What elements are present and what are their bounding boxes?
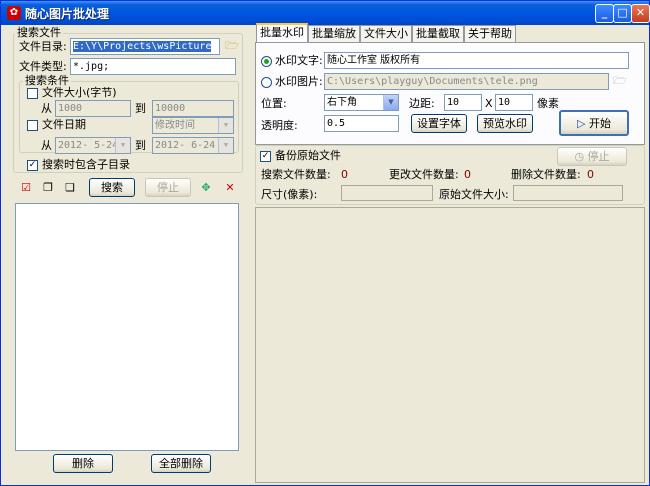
date-to-value: 2012- 6-24 [155, 140, 216, 151]
orig-size-label: 原始文件大小: [439, 188, 509, 201]
margin-unit: 像素 [537, 97, 559, 110]
search-count-value: 0 [341, 168, 348, 181]
date-to-picker[interactable]: 2012- 6-24 ▼ [152, 137, 234, 154]
watermark-text-input[interactable]: 随心工作室 版权所有 [324, 52, 629, 69]
deleted-count-value: 0 [587, 168, 594, 181]
chevron-down-icon: ▼ [218, 138, 233, 153]
title-bar[interactable]: ✿ 随心图片批处理 _ □ ✕ [1, 1, 650, 25]
margin-label: 边距: [409, 97, 435, 110]
image-watermark-label: 水印图片: [275, 75, 323, 88]
start-button[interactable]: ▷ 开始 [559, 110, 629, 136]
close-button[interactable]: ✕ [631, 4, 650, 23]
subdir-check-label: 搜索时包含子目录 [42, 158, 130, 171]
size-to-input[interactable]: 10000 [152, 100, 234, 117]
date-from-picker[interactable]: 2012- 5-24 ▼ [55, 137, 131, 154]
folder-icon[interactable]: 🗁 [225, 39, 239, 53]
window-title: 随心图片批处理 [25, 7, 110, 21]
paste-icon[interactable]: ❏ [63, 181, 77, 195]
date-checkbox[interactable] [27, 120, 38, 131]
size-check-label: 文件大小(字节) [42, 86, 117, 99]
size-to-label: 到 [135, 102, 146, 115]
minimize-button[interactable]: _ [595, 4, 614, 23]
changed-count-label: 更改文件数量: [389, 168, 459, 181]
backup-checkbox[interactable]: ✓ [260, 151, 271, 162]
size-from-input[interactable]: 1000 [55, 100, 131, 117]
deleted-count-label: 删除文件数量: [511, 168, 581, 181]
preview-watermark-button[interactable]: 预览水印 [477, 114, 533, 133]
watermark-image-input[interactable]: C:\Users\playguy\Documents\tele.png [324, 73, 609, 90]
chevron-down-icon: ▼ [218, 118, 233, 133]
text-watermark-radio[interactable] [261, 56, 272, 67]
date-type-value: 修改时间 [155, 120, 195, 131]
delete-all-button[interactable]: 全部删除 [151, 454, 211, 473]
dir-input[interactable]: E:\Y\Projects\wsPicture [70, 38, 220, 55]
image-watermark-radio[interactable] [261, 77, 272, 88]
stop-process-button[interactable]: ◷ 停止 [557, 147, 627, 166]
size-field [341, 185, 433, 201]
backup-check-label: 备份原始文件 [275, 149, 341, 162]
position-select[interactable]: 右下角 ▼ [324, 94, 399, 111]
position-label: 位置: [261, 97, 287, 110]
date-from-label: 从 [41, 139, 52, 152]
check-all-icon[interactable]: ☑ [19, 181, 33, 195]
search-count-label: 搜索文件数量: [261, 168, 331, 181]
remove-icon[interactable]: ✕ [223, 181, 237, 195]
tab-help[interactable]: 关于帮助 [464, 25, 516, 43]
date-check-label: 文件日期 [42, 118, 86, 131]
text-watermark-label: 水印文字: [275, 54, 323, 67]
app-icon: ✿ [7, 6, 21, 20]
stop-process-label: 停止 [587, 150, 610, 163]
clock-icon: ◷ [574, 150, 585, 163]
copy-icon[interactable]: ❐ [41, 181, 55, 195]
date-to-label: 到 [135, 139, 146, 152]
add-icon[interactable]: ✥ [199, 181, 213, 195]
dir-value: E:\Y\Projects\wsPicture [73, 41, 212, 52]
date-from-value: 2012- 5-24 [58, 140, 119, 151]
size-checkbox[interactable] [27, 88, 38, 99]
size-label: 尺寸(像素): [261, 188, 318, 201]
file-list[interactable] [15, 203, 239, 451]
tab-watermark[interactable]: 批量水印 [256, 23, 308, 43]
delete-button[interactable]: 删除 [53, 454, 113, 473]
tab-crop[interactable]: 批量截取 [412, 25, 464, 43]
date-type-select[interactable]: 修改时间 ▼ [152, 117, 234, 134]
start-label: 开始 [588, 117, 611, 130]
preview-area [255, 207, 645, 483]
position-value: 右下角 [327, 97, 357, 108]
search-group-title: 搜索文件 [15, 26, 63, 39]
margin-y-input[interactable]: 10 [495, 94, 533, 111]
tab-resize[interactable]: 批量缩放 [308, 25, 360, 43]
opacity-label: 透明度: [261, 119, 298, 132]
type-input[interactable]: *.jpg; [70, 58, 236, 75]
close-icon: ✕ [635, 6, 646, 19]
dir-label: 文件目录: [19, 40, 67, 53]
folder-icon[interactable]: 🗁 [613, 74, 627, 88]
margin-x-input[interactable]: 10 [444, 94, 482, 111]
size-from-label: 从 [41, 102, 52, 115]
changed-count-value: 0 [464, 168, 471, 181]
maximize-button[interactable]: □ [613, 4, 632, 23]
minimize-icon: _ [601, 6, 608, 19]
orig-size-field [513, 185, 623, 201]
play-icon: ▷ [577, 117, 586, 130]
opacity-input[interactable]: 0.5 [324, 115, 399, 132]
stop-search-button[interactable]: 停止 [145, 178, 191, 197]
margin-separator: X [485, 97, 493, 110]
app-window: ✿ 随心图片批处理 _ □ ✕ 搜索文件 文件目录: E:\Y\Projects… [0, 0, 650, 486]
type-label: 文件类型: [19, 60, 67, 73]
search-button[interactable]: 搜索 [89, 178, 135, 197]
set-font-button[interactable]: 设置字体 [411, 114, 467, 133]
chevron-down-icon: ▼ [383, 95, 398, 110]
subdir-checkbox[interactable]: ✓ [27, 160, 38, 171]
tab-file-size[interactable]: 文件大小 [360, 25, 412, 43]
chevron-down-icon: ▼ [115, 138, 130, 153]
maximize-icon: □ [617, 6, 628, 19]
